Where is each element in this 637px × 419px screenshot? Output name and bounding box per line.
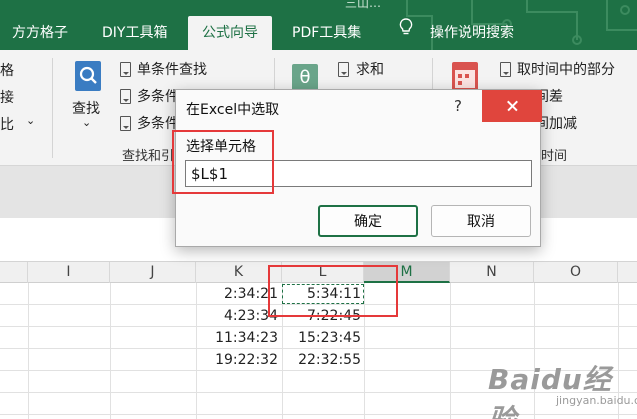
close-icon[interactable] (482, 90, 542, 122)
document-icon (120, 116, 131, 131)
tab-pdf-tools[interactable]: PDF工具集 (292, 18, 361, 50)
column-header-j[interactable]: J (110, 262, 196, 283)
highlight-box-input (172, 130, 274, 194)
cell-k4[interactable]: 19:22:32 (196, 349, 278, 371)
document-icon (120, 62, 131, 77)
ribbon-separator (52, 58, 53, 158)
chevron-down-icon: ⌄ (82, 116, 92, 129)
tab-fangfang-gezi[interactable]: 方方格子 (12, 18, 68, 50)
theta-function-icon[interactable]: θ (292, 64, 318, 92)
lookup-icon (75, 61, 101, 91)
multi-condition-item-1[interactable]: 多条件 (137, 86, 179, 106)
column-header-i[interactable]: I (28, 262, 110, 283)
calendar-icon[interactable] (452, 62, 478, 92)
document-icon (120, 89, 131, 104)
gridline (450, 283, 451, 419)
document-icon (338, 62, 349, 77)
lookup-group-label: 查找和引 (122, 149, 175, 164)
document-icon (500, 62, 511, 77)
chevron-down-icon[interactable]: ⌄ (26, 114, 35, 127)
cell-k1[interactable]: 2:34:21 (196, 283, 278, 305)
help-icon[interactable]: ? (446, 94, 470, 118)
lookup-big-button[interactable]: 查找 ⌄ (66, 58, 110, 140)
watermark-logo-text: Baidu经验 (488, 363, 612, 419)
lightbulb-icon-glyph (399, 18, 413, 35)
ribbon-fragment-3[interactable]: 比 (0, 114, 14, 134)
ribbon-fragment-2[interactable]: 接 (0, 87, 14, 107)
column-header-blank (0, 262, 28, 283)
sum-button[interactable]: 求和 (356, 59, 384, 79)
cell-k2[interactable]: 4:23:34 (196, 305, 278, 327)
lightbulb-icon[interactable] (398, 17, 414, 49)
column-header-o[interactable]: O (534, 262, 618, 283)
gridline (28, 283, 29, 419)
baidu-jingyan-watermark: Baidu经验 jingyan.baidu.com (488, 358, 637, 419)
single-condition-lookup[interactable]: 单条件查找 (137, 59, 207, 79)
extract-time-part[interactable]: 取时间中的部分 (517, 59, 615, 79)
lookup-label: 查找 (72, 101, 100, 117)
cell-l3[interactable]: 15:23:45 (282, 327, 361, 349)
highlight-box-cell (268, 265, 398, 317)
tab-diy-toolbox[interactable]: DIY工具箱 (102, 18, 167, 50)
time-group-label: 时间 (541, 149, 568, 164)
ribbon-fragment-1[interactable]: 格 (0, 60, 14, 80)
gridline (110, 283, 111, 419)
tell-me-search[interactable]: 操作说明搜索 (430, 18, 514, 50)
column-header-n[interactable]: N (450, 262, 534, 283)
window-title-fragment: 三山… (345, 0, 382, 10)
watermark-url: jingyan.baidu.com (556, 394, 637, 407)
ok-button[interactable]: 确定 (318, 205, 418, 237)
cancel-button[interactable]: 取消 (431, 205, 531, 237)
dialog-title: 在Excel中选取 (186, 102, 280, 118)
ribbon-tab-bar: 三山… 方方格子 DIY工具箱 公式向导 PDF工具集 操作说明搜索 (0, 0, 637, 50)
tab-formula-wizard[interactable]: 公式向导 (188, 16, 272, 50)
cell-k3[interactable]: 11:34:23 (196, 327, 278, 349)
cell-l4[interactable]: 22:32:55 (282, 349, 361, 371)
